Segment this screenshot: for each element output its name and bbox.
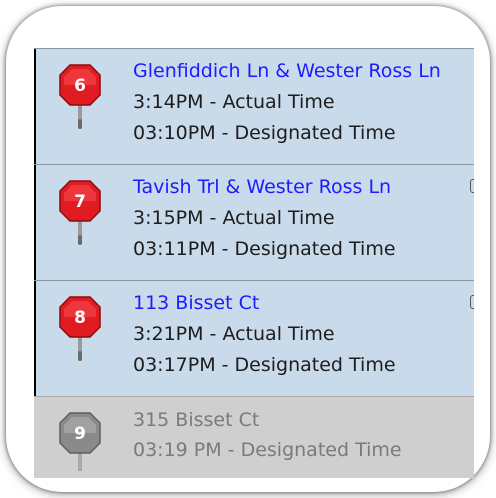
list-item-stop-7[interactable]: 7 Tavish Trl & Wester Ross Ln 3:15PM - A… [34,164,474,280]
stop-number: 8 [74,308,86,328]
actual-time: 3:15PM - Actual Time [133,207,335,229]
designated-time: 03:10PM - Designated Time [133,122,396,144]
designated-time: 03:17PM - Designated Time [133,354,396,376]
actual-time: 3:14PM - Actual Time [133,91,335,113]
stop-sign-pin-icon: 9 [59,412,101,471]
designated-time: 03:19 PM - Designated Time [133,439,402,461]
street-link[interactable]: 113 Bisset Ct [133,292,259,314]
stop-sign-pin-icon: 7 [59,180,101,245]
stop-number: 7 [74,192,86,212]
stop-list[interactable]: 6 Glenfiddich Ln & Wester Ross Ln 3:14PM… [34,32,474,478]
street-label: 315 Bisset Ct [133,409,260,431]
actual-time: 3:21PM - Actual Time [133,323,335,345]
edit-icon[interactable] [470,179,474,193]
stop-number: 6 [74,76,86,96]
list-item-stop-8[interactable]: 8 113 Bisset Ct 3:21PM - Actual Time 03:… [34,280,474,396]
stop-sign-pin-icon: 6 [59,64,101,129]
street-link[interactable]: Tavish Trl & Wester Ross Ln [133,176,391,198]
stop-number: 9 [74,424,86,444]
rounded-frame: 6 Glenfiddich Ln & Wester Ross Ln 3:14PM… [6,6,490,492]
stop-sign-pin-icon: 8 [59,296,101,361]
edit-icon[interactable] [470,295,474,309]
list-item-stop-6[interactable]: 6 Glenfiddich Ln & Wester Ross Ln 3:14PM… [34,48,474,164]
list-item-stop-9[interactable]: 9 315 Bisset Ct 03:19 PM - Designated Ti… [34,396,474,478]
street-link[interactable]: Glenfiddich Ln & Wester Ross Ln [133,60,441,82]
designated-time: 03:11PM - Designated Time [133,238,396,260]
